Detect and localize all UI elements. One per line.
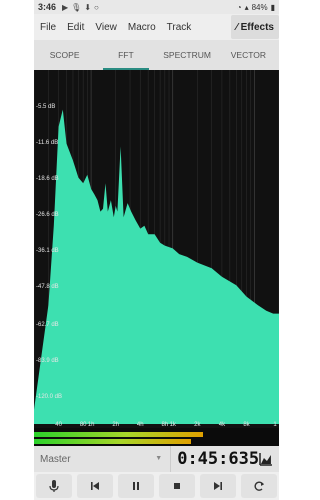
- menu-file[interactable]: File: [40, 22, 56, 33]
- chart-icon[interactable]: [259, 452, 273, 466]
- analyzer-tabs: SCOPE FFT SPECTRUM VECTOR: [34, 40, 279, 70]
- microphone-icon: [49, 480, 60, 492]
- loop-icon: [254, 481, 264, 491]
- y-tick-label: -83.9 dB: [36, 358, 59, 364]
- level-meter-right: [34, 439, 191, 444]
- fft-plot: -5.5 dB -11.6 dB -18.6 dB -26.6 dB -36.1 dB -…: [34, 70, 279, 428]
- y-tick-label: -5.5 dB: [36, 104, 56, 110]
- skip-start-icon: [91, 482, 100, 490]
- y-tick-label: -120.0 dB: [36, 394, 63, 400]
- track-selector[interactable]: Master ▼: [34, 446, 172, 472]
- battery-icon: ▮: [270, 2, 275, 12]
- fft-spectrum-area: [34, 109, 279, 424]
- magic-wand-icon: ⁄: [235, 21, 238, 33]
- time-display: 0:45:635: [177, 449, 260, 469]
- y-tick-label: -36.1 dB: [36, 248, 59, 254]
- y-tick-label: -18.6 dB: [36, 176, 59, 182]
- y-tick-label: -26.6 dB: [36, 212, 59, 218]
- signal-icon: ▴: [244, 2, 249, 12]
- tab-fft[interactable]: FFT: [95, 40, 156, 70]
- y-tick-label: -47.8 dB: [36, 284, 59, 290]
- skip-to-end-button[interactable]: [199, 474, 236, 498]
- battery-percent: 84%: [251, 2, 268, 12]
- effects-button[interactable]: ⁄ Effects: [230, 15, 279, 39]
- circle-icon: ○: [94, 2, 99, 12]
- menu-track[interactable]: Track: [167, 22, 192, 33]
- record-button[interactable]: [36, 474, 73, 498]
- audio-editor-app: 3:46 ▶ 🎙 ⬇ ○ ◔ ▴ 84% ▮ File Edit View Ma…: [34, 0, 279, 500]
- y-tick-label: -11.6 dB: [36, 140, 59, 146]
- youtube-icon: ▶: [62, 2, 69, 12]
- effects-label: Effects: [240, 21, 274, 33]
- tab-vector[interactable]: VECTOR: [218, 40, 279, 70]
- menu-macro[interactable]: Macro: [128, 22, 156, 33]
- skip-end-icon: [213, 482, 222, 490]
- menu-view[interactable]: View: [95, 22, 117, 33]
- menu-bar: File Edit View Macro Track ⁄ Effects: [34, 14, 279, 40]
- stop-icon: [173, 483, 180, 489]
- notification-icons: ▶ 🎙 ⬇ ○: [62, 3, 99, 12]
- fft-chart: [34, 70, 279, 424]
- playback-controls: [34, 472, 279, 500]
- tab-scope[interactable]: SCOPE: [34, 40, 95, 70]
- skip-to-start-button[interactable]: [77, 474, 114, 498]
- dropdown-caret-icon: ▼: [155, 455, 163, 462]
- screen-left-margin: [0, 0, 34, 500]
- menu-edit[interactable]: Edit: [67, 22, 84, 33]
- status-bar: 3:46 ▶ 🎙 ⬇ ○ ◔ ▴ 84% ▮: [34, 0, 279, 14]
- transport-bar: Master ▼ 0:45:635: [34, 446, 279, 472]
- track-selector-value: Master: [40, 453, 71, 465]
- pause-button[interactable]: [118, 474, 155, 498]
- download-icon: ⬇: [84, 2, 92, 12]
- level-meter-left: [34, 432, 204, 437]
- status-time: 3:46: [38, 2, 57, 12]
- system-icons: ◔ ▴ 84% ▮: [237, 3, 275, 12]
- loop-button[interactable]: [240, 474, 277, 498]
- level-meters: [34, 428, 279, 446]
- wifi-icon: ◔: [236, 2, 242, 12]
- tab-spectrum[interactable]: SPECTRUM: [157, 40, 218, 70]
- stop-button[interactable]: [158, 474, 195, 498]
- pause-icon: [133, 482, 140, 490]
- mic-icon: 🎙: [71, 2, 82, 12]
- y-tick-label: -62.7 dB: [36, 322, 59, 328]
